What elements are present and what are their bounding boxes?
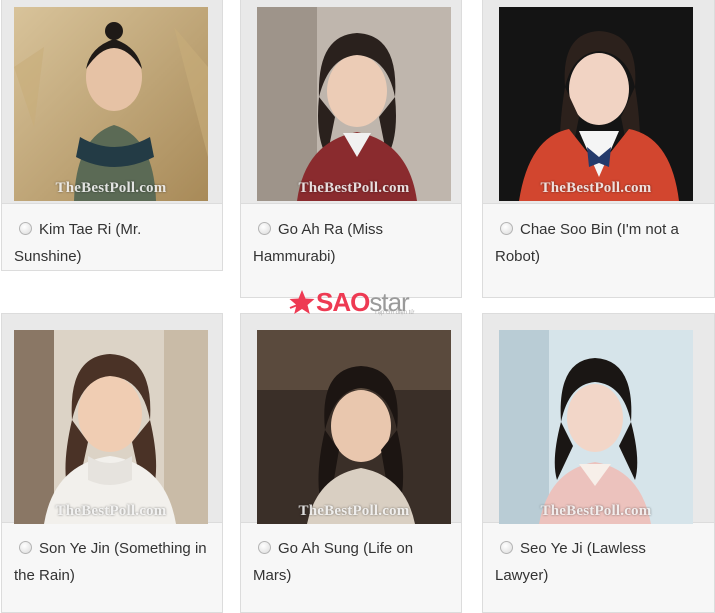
watermark: TheBestPoll.com bbox=[540, 180, 652, 196]
option-label: Kim Tae Ri (Mr. Sunshine) bbox=[14, 221, 142, 265]
actress-photo: TheBestPoll.com bbox=[14, 330, 208, 524]
radio-button[interactable] bbox=[500, 222, 513, 235]
radio-button[interactable] bbox=[19, 222, 32, 235]
watermark: TheBestPoll.com bbox=[55, 503, 167, 519]
actress-photo: TheBestPoll.com bbox=[14, 7, 208, 201]
watermark: TheBestPoll.com bbox=[298, 180, 410, 196]
option-caption[interactable]: Kim Tae Ri (Mr. Sunshine) bbox=[2, 204, 222, 270]
watermark: TheBestPoll.com bbox=[540, 503, 652, 519]
option-label: Go Ah Ra (Miss Hammurabi) bbox=[253, 221, 384, 265]
watermark: TheBestPoll.com bbox=[298, 503, 410, 519]
option-caption[interactable]: Son Ye Jin (Something in the Rain) bbox=[2, 523, 222, 589]
actress-photo: TheBestPoll.com bbox=[257, 330, 451, 524]
actress-photo: TheBestPoll.com bbox=[499, 7, 693, 201]
radio-button[interactable] bbox=[258, 222, 271, 235]
option-label: Son Ye Jin (Something in the Rain) bbox=[14, 540, 207, 584]
actress-photo: TheBestPoll.com bbox=[257, 7, 451, 201]
photo-frame: TheBestPoll.com bbox=[2, 0, 222, 204]
photo-frame: TheBestPoll.com bbox=[241, 314, 461, 524]
saostar-logo: SAO star Tạp chí điện tử bbox=[288, 282, 414, 322]
option-label: Seo Ye Ji (Lawless Lawyer) bbox=[495, 540, 646, 584]
logo-tagline: Tạp chí điện tử bbox=[374, 310, 415, 316]
option-label: Go Ah Sung (Life on Mars) bbox=[253, 540, 414, 584]
radio-button[interactable] bbox=[500, 541, 513, 554]
star-icon bbox=[289, 290, 315, 314]
photo-frame: TheBestPoll.com bbox=[241, 0, 461, 204]
actress-photo: TheBestPoll.com bbox=[499, 330, 693, 524]
poll-option-card[interactable]: TheBestPoll.com Son Ye Jin (Something in… bbox=[1, 313, 223, 613]
option-caption[interactable]: Chae Soo Bin (I'm not a Robot) bbox=[483, 204, 714, 270]
photo-frame: TheBestPoll.com bbox=[483, 0, 714, 204]
option-caption[interactable]: Go Ah Sung (Life on Mars) bbox=[241, 523, 461, 589]
poll-option-card[interactable]: TheBestPoll.com Go Ah Sung (Life on Mars… bbox=[240, 313, 462, 613]
option-caption[interactable]: Go Ah Ra (Miss Hammurabi) bbox=[241, 204, 461, 270]
poll-option-card[interactable]: TheBestPoll.com Seo Ye Ji (Lawless Lawye… bbox=[482, 313, 715, 613]
photo-frame: TheBestPoll.com bbox=[2, 314, 222, 524]
option-caption[interactable]: Seo Ye Ji (Lawless Lawyer) bbox=[483, 523, 714, 589]
poll-option-card[interactable]: TheBestPoll.com Go Ah Ra (Miss Hammurabi… bbox=[240, 0, 462, 298]
poll-option-card[interactable]: TheBestPoll.com Chae Soo Bin (I'm not a … bbox=[482, 0, 715, 298]
poll-option-card[interactable]: TheBestPoll.com Kim Tae Ri (Mr. Sunshine… bbox=[1, 0, 223, 271]
watermark: TheBestPoll.com bbox=[55, 180, 167, 196]
radio-button[interactable] bbox=[19, 541, 32, 554]
photo-frame: TheBestPoll.com bbox=[483, 314, 714, 524]
option-label: Chae Soo Bin (I'm not a Robot) bbox=[495, 221, 679, 265]
logo-text-sao: SAO bbox=[316, 287, 370, 317]
radio-button[interactable] bbox=[258, 541, 271, 554]
